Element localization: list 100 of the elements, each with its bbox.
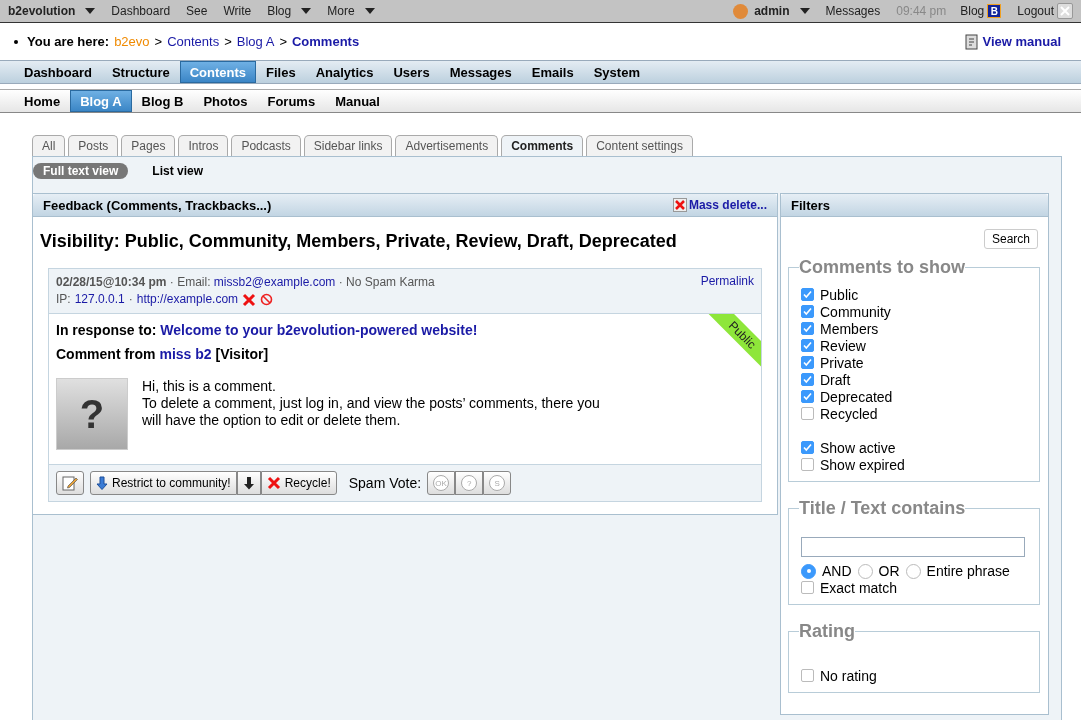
help-book-icon — [965, 33, 980, 50]
karma-text: No Spam Karma — [346, 275, 435, 289]
radio-label: AND — [822, 563, 852, 579]
main-menu-tab[interactable]: Analytics — [305, 61, 384, 83]
text-input-field[interactable] — [801, 537, 1025, 557]
view-toggle[interactable]: List view — [142, 163, 214, 179]
sub-menu-tab[interactable]: Forums — [257, 90, 326, 112]
permalink-link[interactable]: Permalink — [700, 274, 754, 308]
menu-item[interactable]: More — [327, 4, 375, 18]
mass-delete-link[interactable]: Mass delete... — [688, 198, 767, 212]
delete-icon — [672, 198, 687, 212]
checkbox[interactable] — [801, 356, 814, 369]
blog-link[interactable]: Blog — [960, 4, 985, 18]
post-link[interactable]: Welcome to your b2evolution-powered website! — [160, 322, 478, 338]
checkbox[interactable] — [801, 390, 814, 403]
menu-item[interactable]: b2evolution — [8, 4, 96, 18]
arrow-down-button[interactable] — [236, 471, 261, 495]
checkbox[interactable] — [801, 373, 814, 386]
main-menu-tab[interactable]: System — [583, 61, 650, 83]
ip-label: IP: — [56, 291, 71, 308]
breadcrumb-separator: > — [224, 34, 232, 49]
content-tab[interactable]: Comments — [501, 135, 584, 156]
checkbox[interactable] — [801, 305, 814, 318]
separator-dot: · — [128, 291, 133, 308]
main-menu-tab[interactable]: Dashboard — [14, 61, 102, 83]
checkbox[interactable] — [801, 458, 814, 471]
content-tab[interactable]: Advertisements — [395, 135, 499, 156]
checkbox[interactable] — [801, 407, 814, 420]
checkbox[interactable] — [801, 669, 814, 682]
delete-icon[interactable] — [242, 292, 257, 307]
content-tab[interactable]: Pages — [121, 135, 176, 156]
clock-time: 09:44 pm — [896, 4, 947, 18]
messages-link[interactable]: Messages — [825, 4, 881, 18]
content-tab[interactable]: Posts — [68, 135, 119, 156]
edit-button[interactable] — [56, 471, 84, 495]
pencil-icon — [62, 475, 78, 491]
bullet-icon — [14, 39, 18, 44]
spam-vote-label: Spam Vote: — [348, 475, 422, 491]
sub-menu-tab[interactable]: Home — [14, 90, 71, 112]
checkbox-label: No rating — [820, 667, 877, 684]
view-manual-link[interactable]: View manual — [982, 34, 1061, 49]
sub-menu-tab[interactable]: Photos — [193, 90, 258, 112]
main-menu-tab[interactable]: Structure — [101, 61, 180, 83]
ip-link[interactable]: 127.0.0.1 — [74, 291, 125, 308]
radio-button[interactable] — [801, 563, 816, 579]
breadcrumb-link[interactable]: Blog A — [236, 34, 275, 49]
checkbox-label: Review — [820, 337, 866, 354]
author-link[interactable]: miss b2 — [159, 346, 212, 362]
panel-title: Feedback (Comments, Trackbacks...) — [43, 197, 272, 213]
main-menu-tab[interactable]: Users — [383, 61, 440, 83]
section-legend: Comments to show — [799, 257, 965, 278]
checkbox-label: Public — [820, 286, 859, 303]
search-button[interactable]: Search — [983, 229, 1038, 249]
url-link[interactable]: http://example.com — [136, 291, 239, 308]
response-label: In response to: — [56, 322, 157, 338]
checkbox[interactable] — [801, 441, 814, 454]
menu-item[interactable]: Write — [223, 4, 252, 18]
checkbox-label: Exact match — [820, 579, 898, 596]
recycle-button[interactable]: Recycle! — [260, 471, 337, 495]
checkbox[interactable] — [801, 581, 814, 594]
content-tab[interactable]: Content settings — [586, 135, 693, 156]
checkbox-label: Draft — [820, 371, 851, 388]
restrict-button[interactable]: Restrict to community! — [90, 471, 237, 495]
content-tab[interactable]: All — [32, 135, 66, 156]
sub-menu-tab[interactable]: Blog B — [131, 90, 194, 112]
caret-icon — [301, 8, 312, 14]
radio-button[interactable] — [857, 563, 873, 579]
content-tab[interactable]: Podcasts — [231, 135, 301, 156]
main-menu-tab[interactable]: Emails — [521, 61, 584, 83]
close-icon — [1057, 3, 1073, 19]
breadcrumb-current[interactable]: Comments — [291, 34, 360, 49]
menu-item[interactable]: Dashboard — [111, 4, 171, 18]
avatar-icon — [733, 3, 749, 19]
menu-item[interactable]: Blog — [267, 4, 312, 18]
arrow-down-icon — [242, 476, 255, 490]
separator-dot: · — [169, 275, 174, 289]
radio-button[interactable] — [905, 563, 921, 579]
breadcrumb-link[interactable]: Contents — [167, 34, 220, 49]
main-menu-tab[interactable]: Files — [256, 61, 306, 83]
caret-icon — [85, 8, 96, 14]
blog-icon: B — [987, 4, 1002, 18]
ban-icon[interactable] — [260, 293, 274, 306]
sub-menu-tab[interactable]: Manual — [325, 90, 390, 112]
section-legend: Rating — [799, 621, 855, 642]
content-tab[interactable]: Intros — [178, 135, 229, 156]
checkbox[interactable] — [801, 322, 814, 335]
email-label: Email: — [177, 275, 211, 289]
main-menu-tab[interactable]: Messages — [439, 61, 522, 83]
author-label: Comment from — [56, 346, 156, 362]
user-menu[interactable]: admin — [754, 4, 790, 18]
checkbox[interactable] — [801, 339, 814, 352]
view-toggle[interactable]: Full text view — [33, 163, 129, 179]
logout-link[interactable]: Logout — [1017, 4, 1054, 18]
checkbox[interactable] — [801, 288, 814, 301]
content-tab[interactable]: Sidebar links — [303, 135, 393, 156]
comment-date: 02/28/15@10:34 pm — [56, 275, 167, 289]
checkbox-label: Deprecated — [820, 388, 893, 405]
email-link[interactable]: missb2@example.com — [213, 275, 336, 289]
menu-item[interactable]: See — [186, 4, 208, 18]
caret-icon — [799, 8, 810, 14]
